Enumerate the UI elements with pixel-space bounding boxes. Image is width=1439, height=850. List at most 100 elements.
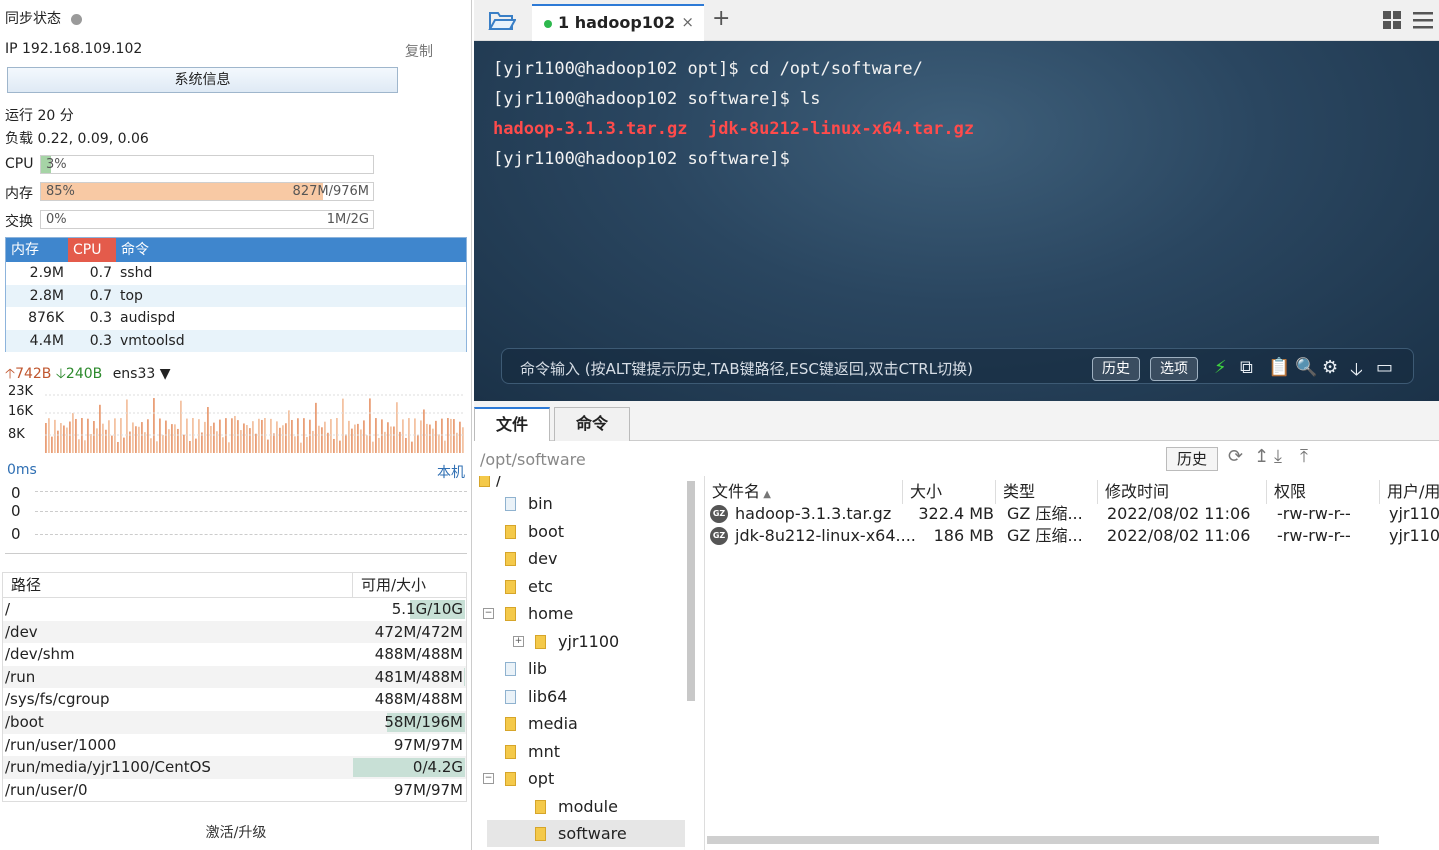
disk-path: /dev/shm [5, 645, 75, 664]
folder-icon [505, 689, 516, 704]
process-table-header: 内存 CPU 命令 [6, 238, 466, 262]
paste-icon[interactable]: 📋 [1268, 357, 1290, 378]
refresh-icon[interactable]: ⟳ [1228, 446, 1243, 467]
tree-item-yjr1100[interactable]: + yjr1100 [513, 628, 619, 655]
tab-files[interactable]: 文件 [474, 407, 550, 441]
col-header[interactable]: 用户/用 [1380, 480, 1439, 504]
tree-item-software[interactable]: software [487, 820, 685, 847]
lightning-icon[interactable]: ⚡ [1214, 357, 1227, 378]
terminal-view[interactable]: [yjr1100@hadoop102 opt]$ cd /opt/softwar… [474, 41, 1439, 401]
close-tab-icon[interactable]: × [681, 6, 694, 39]
col-size[interactable]: 可用/大小 [353, 573, 426, 597]
disk-row[interactable]: /run 481M/488M [3, 665, 466, 689]
sync-status: 同步状态 [5, 8, 82, 28]
tab-hadoop102[interactable]: 1 hadoop102 × [532, 4, 704, 41]
process-row[interactable]: 2.9M 0.7 sshd [6, 262, 466, 285]
col-header[interactable]: 权限 [1267, 480, 1380, 504]
interface-select[interactable]: ens33 ▼ [113, 366, 171, 382]
col-header[interactable]: 修改时间 [1098, 480, 1267, 504]
col-cpu[interactable]: CPU [68, 238, 116, 262]
parent-dir-icon[interactable]: ↥ [1254, 446, 1269, 467]
latency-value-1: 0 [11, 484, 21, 502]
add-tab-icon[interactable]: + [712, 6, 730, 31]
process-row[interactable]: 4.4M 0.3 vmtoolsd [6, 329, 466, 352]
tree-scrollbar[interactable] [687, 481, 695, 701]
tree-item-home[interactable]: − home [483, 600, 573, 627]
net-bar [306, 436, 308, 453]
disk-row[interactable]: /sys/fs/cgroup 488M/488M [3, 688, 466, 711]
net-bar [333, 438, 335, 453]
tree-item-etc[interactable]: etc [505, 573, 553, 600]
tree-root[interactable]: / [479, 476, 501, 493]
layout-grid-icon[interactable] [1383, 11, 1401, 29]
process-row[interactable]: 2.8M 0.7 top [6, 284, 466, 307]
net-bar [462, 427, 464, 453]
download-icon[interactable]: ⤓ [1274, 446, 1282, 467]
tab-commands[interactable]: 命令 [554, 407, 630, 441]
latency-gridline [35, 534, 467, 535]
history-button[interactable]: 历史 [1092, 357, 1140, 381]
disk-row[interactable]: / 5.1G/10G [3, 598, 466, 621]
horizontal-scrollbar[interactable] [707, 836, 1379, 844]
disk-row[interactable]: /run/user/0 97M/97M [3, 778, 466, 802]
terminal-file-hadoop: hadoop-3.1.3.tar.gz [493, 119, 688, 139]
command-input-bar[interactable]: 命令输入 (按ALT键提示历史,TAB键路径,ESC键返回,双击CTRL切换) … [501, 348, 1414, 384]
activate-upgrade-link[interactable]: 激活/升级 [0, 822, 472, 842]
col-header[interactable]: 大小 [903, 480, 996, 504]
upload-icon[interactable]: ⤒ [1300, 446, 1308, 467]
tree-item-lib[interactable]: lib [505, 655, 547, 682]
latency-host[interactable]: 本机 [437, 462, 465, 482]
tree-item-dev[interactable]: dev [505, 545, 557, 572]
disk-row[interactable]: /dev/shm 488M/488M [3, 643, 466, 666]
interface-name: ens33 [112, 366, 156, 382]
net-tick-16k: 16K [8, 404, 34, 419]
tree-item-label: bin [528, 494, 553, 513]
tree-item-boot[interactable]: boot [505, 518, 564, 545]
folder-icon [505, 662, 516, 676]
tree-item-lib64[interactable]: lib64 [505, 683, 567, 710]
net-bar [57, 430, 59, 453]
search-icon[interactable]: 🔍 [1295, 357, 1317, 378]
window-icon[interactable]: ▭ [1376, 357, 1393, 378]
gear-icon[interactable]: ⚙ [1322, 357, 1338, 378]
menu-icon[interactable] [1413, 11, 1433, 29]
tree-item-opt[interactable]: − opt [483, 765, 554, 792]
path-history-button[interactable]: 历史 [1166, 447, 1218, 471]
disk-path: /dev [5, 622, 38, 641]
net-bar [189, 440, 191, 453]
tree-item-bin[interactable]: bin [505, 490, 553, 517]
collapse-icon[interactable]: − [483, 608, 494, 619]
latency-value-3: 0 [11, 525, 21, 543]
expand-icon[interactable]: + [513, 635, 524, 647]
net-bar [282, 425, 284, 453]
current-path[interactable]: /opt/software [480, 450, 586, 469]
net-bar [450, 418, 452, 453]
file-owner: yjr1100 [1389, 504, 1439, 523]
tree-item-mnt[interactable]: mnt [505, 738, 560, 765]
arrow-down-icon[interactable]: 🡣 [1350, 357, 1363, 387]
disk-row[interactable]: /run/media/yjr1100/CentOS 0/4.2G [3, 756, 466, 779]
tree-item-media[interactable]: media [505, 710, 578, 737]
open-folder-icon[interactable] [488, 9, 517, 31]
col-mem[interactable]: 内存 [6, 238, 68, 262]
disk-row[interactable]: /dev 472M/472M [3, 620, 466, 644]
system-info-button[interactable]: 系统信息 [7, 67, 398, 93]
net-bar [420, 420, 422, 453]
col-path[interactable]: 路径 [3, 573, 353, 597]
file-row[interactable]: GZ hadoop-3.1.3.tar.gz 322.4 MB GZ 压缩... 202… [705, 503, 1439, 525]
tree-item-module[interactable]: module [535, 793, 618, 820]
process-row[interactable]: 876K 0.3 audispd [6, 307, 466, 330]
collapse-icon[interactable]: − [483, 773, 494, 784]
copy-ip-button[interactable]: 复制 [405, 41, 433, 61]
disk-row[interactable]: /run/user/1000 97M/97M [3, 733, 466, 757]
col-command[interactable]: 命令 [116, 238, 149, 262]
net-bar [126, 399, 128, 453]
col-header[interactable]: 类型 [996, 480, 1098, 504]
col-header[interactable]: 文件名 ▲ [705, 480, 903, 504]
copy-icon[interactable]: ⧉ [1240, 357, 1253, 378]
file-row[interactable]: GZ jdk-8u212-linux-x64.... 186 MB GZ 压缩... 2… [705, 525, 1439, 547]
folder-icon [479, 476, 490, 487]
net-bar [429, 424, 431, 453]
options-button[interactable]: 选项 [1150, 357, 1198, 381]
disk-row[interactable]: /boot 58M/196M [3, 710, 466, 734]
